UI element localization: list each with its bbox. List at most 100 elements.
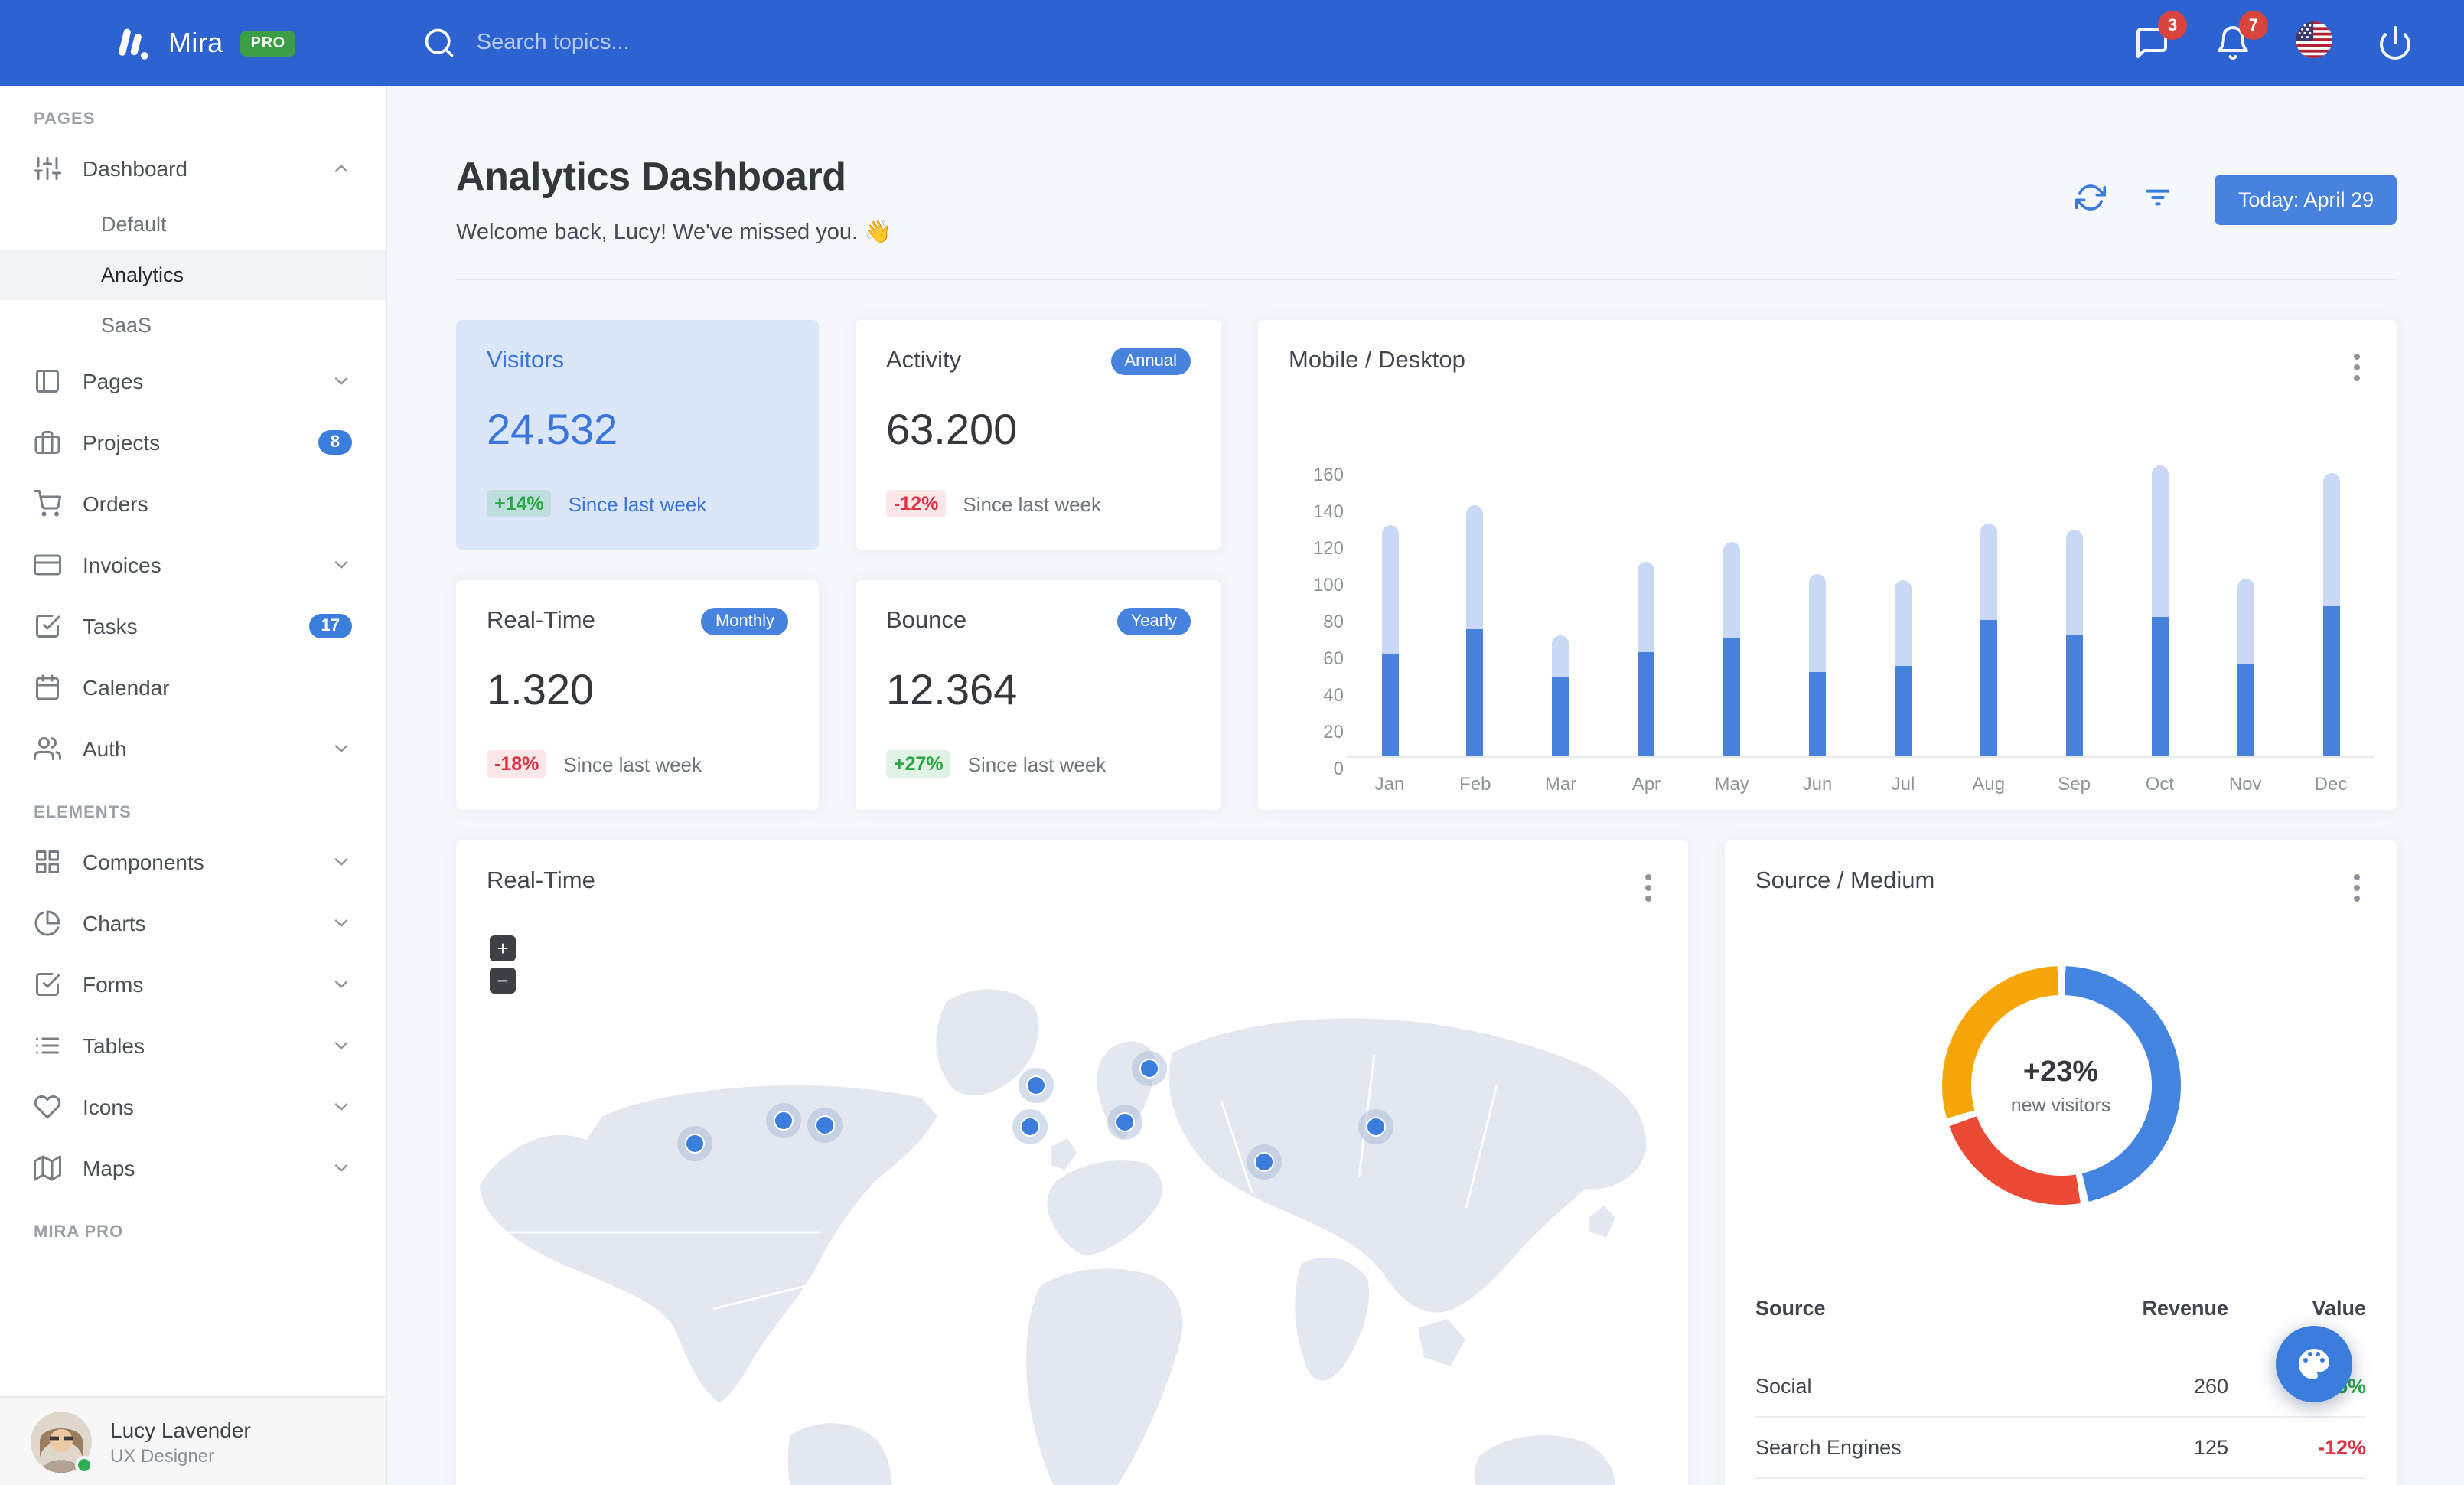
- bar-sep-mobile[interactable]: [2065, 635, 2083, 756]
- sidebar-item-pages[interactable]: Pages: [0, 351, 386, 412]
- bar-may-mobile[interactable]: [1723, 638, 1741, 756]
- bar-sep-desktop[interactable]: [2065, 530, 2083, 635]
- map-marker[interactable]: [1366, 1117, 1386, 1137]
- users-icon: [34, 735, 61, 762]
- bar-mar-mobile[interactable]: [1552, 677, 1569, 756]
- map-marker[interactable]: [1254, 1152, 1274, 1172]
- list-icon: [34, 1032, 61, 1059]
- bar-may-desktop[interactable]: [1723, 541, 1741, 639]
- language-flag-button[interactable]: [2294, 21, 2334, 65]
- sidebar-item-components[interactable]: Components: [0, 831, 386, 893]
- bar-feb-mobile[interactable]: [1466, 629, 1484, 756]
- map-marker[interactable]: [1026, 1075, 1046, 1095]
- bar-mar-desktop[interactable]: [1552, 635, 1569, 677]
- sidebar-item-icons[interactable]: Icons: [0, 1076, 386, 1137]
- sidebar-subitem-default[interactable]: Default: [0, 199, 386, 250]
- table-row-search-engines[interactable]: Search Engines 125 -12%: [1755, 1416, 2366, 1477]
- table-row-direct[interactable]: Direct164+46%: [1755, 1477, 2366, 1485]
- navbar-actions: 3 7: [2132, 11, 2464, 65]
- sidebar-user[interactable]: Lucy Lavender UX Designer: [0, 1396, 386, 1485]
- refresh-button[interactable]: [2075, 182, 2108, 216]
- map-marker[interactable]: [685, 1134, 705, 1154]
- sidebar-item-maps[interactable]: Maps: [0, 1137, 386, 1199]
- sidebar-item-label: Orders: [83, 491, 148, 516]
- kebab-menu-icon[interactable]: [2348, 868, 2366, 908]
- messages-button[interactable]: 3: [2132, 11, 2187, 63]
- bar-apr-desktop[interactable]: [1638, 561, 1655, 652]
- table-row-social[interactable]: Social260+35%: [1755, 1356, 2366, 1416]
- mobile-desktop-chart-card: Mobile / Desktop 0 20 40 60 80 100 120 140 160 J…: [1258, 320, 2397, 810]
- sidebar-item-label: Forms: [83, 972, 144, 997]
- source-donut-chart[interactable]: +23% new visitors: [1941, 966, 2180, 1205]
- logout-power-button[interactable]: [2375, 23, 2415, 63]
- bar-nov-desktop[interactable]: [2237, 578, 2254, 664]
- bar-jan-desktop[interactable]: [1381, 524, 1398, 654]
- mira-logo-icon: [110, 22, 152, 64]
- world-map[interactable]: [456, 917, 1688, 1485]
- x-axis-label: Sep: [2058, 773, 2091, 795]
- stat-period-badge[interactable]: Annual: [1110, 348, 1191, 375]
- bar-dec-desktop[interactable]: [2322, 473, 2339, 606]
- stat-delta-badge: -12%: [886, 490, 947, 517]
- stat-value: 12.364: [886, 666, 1018, 713]
- brand[interactable]: Mira PRO: [0, 22, 296, 64]
- bar-jun-desktop[interactable]: [1809, 574, 1826, 672]
- y-axis-tick-label: 80: [1323, 611, 1344, 632]
- map-marker[interactable]: [1139, 1059, 1159, 1079]
- sidebar-item-label: Projects: [83, 430, 161, 455]
- briefcase-icon: [34, 429, 61, 456]
- bar-oct-mobile[interactable]: [2151, 616, 2169, 756]
- bar-jul-mobile[interactable]: [1895, 666, 1912, 756]
- stat-period-badge[interactable]: Yearly: [1116, 608, 1191, 635]
- sidebar-item-tables[interactable]: Tables: [0, 1015, 386, 1076]
- bar-aug-desktop[interactable]: [1980, 523, 1997, 621]
- x-axis-label: Dec: [2314, 773, 2348, 795]
- sidebar-item-tasks[interactable]: Tasks 17: [0, 596, 386, 657]
- stat-period-badge[interactable]: Monthly: [701, 608, 788, 635]
- bar-jul-desktop[interactable]: [1895, 579, 1912, 667]
- donut-center-value: +23%: [2022, 1056, 2099, 1088]
- y-axis-tick-label: 60: [1323, 648, 1344, 669]
- y-axis-tick-label: 0: [1333, 758, 1344, 779]
- chevron-down-icon: [331, 370, 352, 392]
- page-title: Analytics Dashboard: [456, 153, 846, 199]
- notifications-button[interactable]: 7: [2213, 11, 2268, 63]
- map-marker[interactable]: [815, 1115, 835, 1135]
- sidebar-item-calendar[interactable]: Calendar: [0, 657, 386, 718]
- date-range-button[interactable]: Today: April 29: [2215, 174, 2397, 224]
- search-input[interactable]: [476, 31, 936, 55]
- page-subtitle: Welcome back, Lucy! We've missed you. 👋: [456, 220, 892, 245]
- x-axis-label: Jan: [1374, 773, 1405, 795]
- sidebar-item-invoices[interactable]: Invoices: [0, 534, 386, 596]
- bar-dec-mobile[interactable]: [2322, 605, 2339, 756]
- bar-apr-mobile[interactable]: [1638, 651, 1655, 756]
- chevron-up-icon: [331, 158, 352, 179]
- sidebar-item-projects[interactable]: Projects 8: [0, 412, 386, 473]
- bar-jan-mobile[interactable]: [1381, 653, 1398, 756]
- sidebar-subitem-analytics[interactable]: Analytics: [0, 250, 386, 300]
- filter-button[interactable]: [2142, 182, 2176, 216]
- source-medium-title: Source / Medium: [1755, 868, 1935, 894]
- kebab-menu-icon[interactable]: [1639, 868, 1657, 908]
- sidebar-subitem-saas[interactable]: SaaS: [0, 300, 386, 351]
- map-zoom-in-button[interactable]: +: [490, 935, 516, 961]
- sidebar-item-auth[interactable]: Auth: [0, 718, 386, 779]
- map-marker[interactable]: [1115, 1112, 1135, 1132]
- theme-palette-fab[interactable]: [2276, 1326, 2352, 1402]
- map-marker[interactable]: [774, 1111, 794, 1131]
- map-marker[interactable]: [1020, 1117, 1040, 1137]
- sidebar-item-forms[interactable]: Forms: [0, 954, 386, 1015]
- usa-flag-icon: [2294, 21, 2334, 65]
- bar-feb-desktop[interactable]: [1466, 504, 1484, 630]
- sidebar-item-charts[interactable]: Charts: [0, 893, 386, 954]
- kebab-menu-icon[interactable]: [2348, 348, 2366, 387]
- sidebar-section-label: PAGES: [34, 110, 96, 129]
- bar-nov-mobile[interactable]: [2237, 664, 2254, 756]
- bar-aug-mobile[interactable]: [1980, 620, 1997, 756]
- sidebar-item-dashboard[interactable]: Dashboard: [0, 138, 386, 199]
- map-title: Real-Time: [487, 868, 595, 894]
- bar-jun-mobile[interactable]: [1809, 671, 1826, 756]
- bar-oct-desktop[interactable]: [2151, 465, 2169, 617]
- sidebar-item-orders[interactable]: Orders: [0, 473, 386, 534]
- map-zoom-out-button[interactable]: −: [490, 968, 516, 994]
